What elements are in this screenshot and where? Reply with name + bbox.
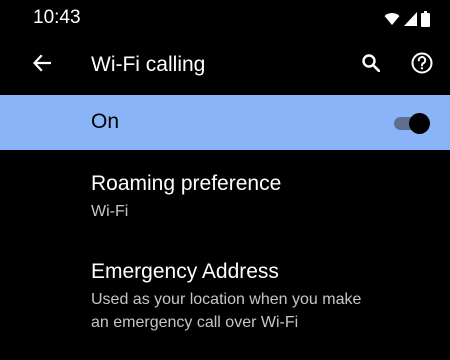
help-icon [411, 52, 433, 79]
emergency-address-summary-line1: Used as your location when you make [91, 291, 362, 308]
app-bar: Wi-Fi calling [0, 38, 450, 92]
back-button[interactable] [28, 51, 56, 79]
wifi-calling-screen: 10:43 Wi-Fi calling On Roaming preferenc… [0, 0, 450, 360]
wifi-icon [384, 12, 400, 26]
wifi-calling-toggle[interactable] [392, 112, 432, 134]
roaming-preference-title: Roaming preference [91, 172, 282, 195]
emergency-address-item[interactable]: Emergency Address Used as your location … [0, 238, 450, 348]
master-switch-label: On [91, 110, 120, 133]
emergency-address-summary-line2: an emergency call over Wi-Fi [91, 314, 299, 331]
toggle-thumb [409, 113, 430, 134]
search-icon [362, 53, 381, 77]
page-title: Wi-Fi calling [91, 53, 206, 76]
search-button[interactable] [357, 51, 385, 79]
wifi-calling-master-switch-row[interactable]: On [0, 95, 450, 150]
roaming-preference-item[interactable]: Roaming preference Wi-Fi [0, 150, 450, 238]
battery-icon [421, 11, 430, 27]
back-arrow-icon [32, 53, 52, 77]
roaming-preference-summary: Wi-Fi [91, 203, 129, 220]
status-time: 10:43 [33, 7, 81, 28]
status-icons [384, 11, 430, 27]
cell-signal-icon [404, 12, 417, 26]
emergency-address-title: Emergency Address [91, 260, 279, 283]
help-button[interactable] [407, 51, 437, 79]
status-bar: 10:43 [0, 0, 450, 38]
